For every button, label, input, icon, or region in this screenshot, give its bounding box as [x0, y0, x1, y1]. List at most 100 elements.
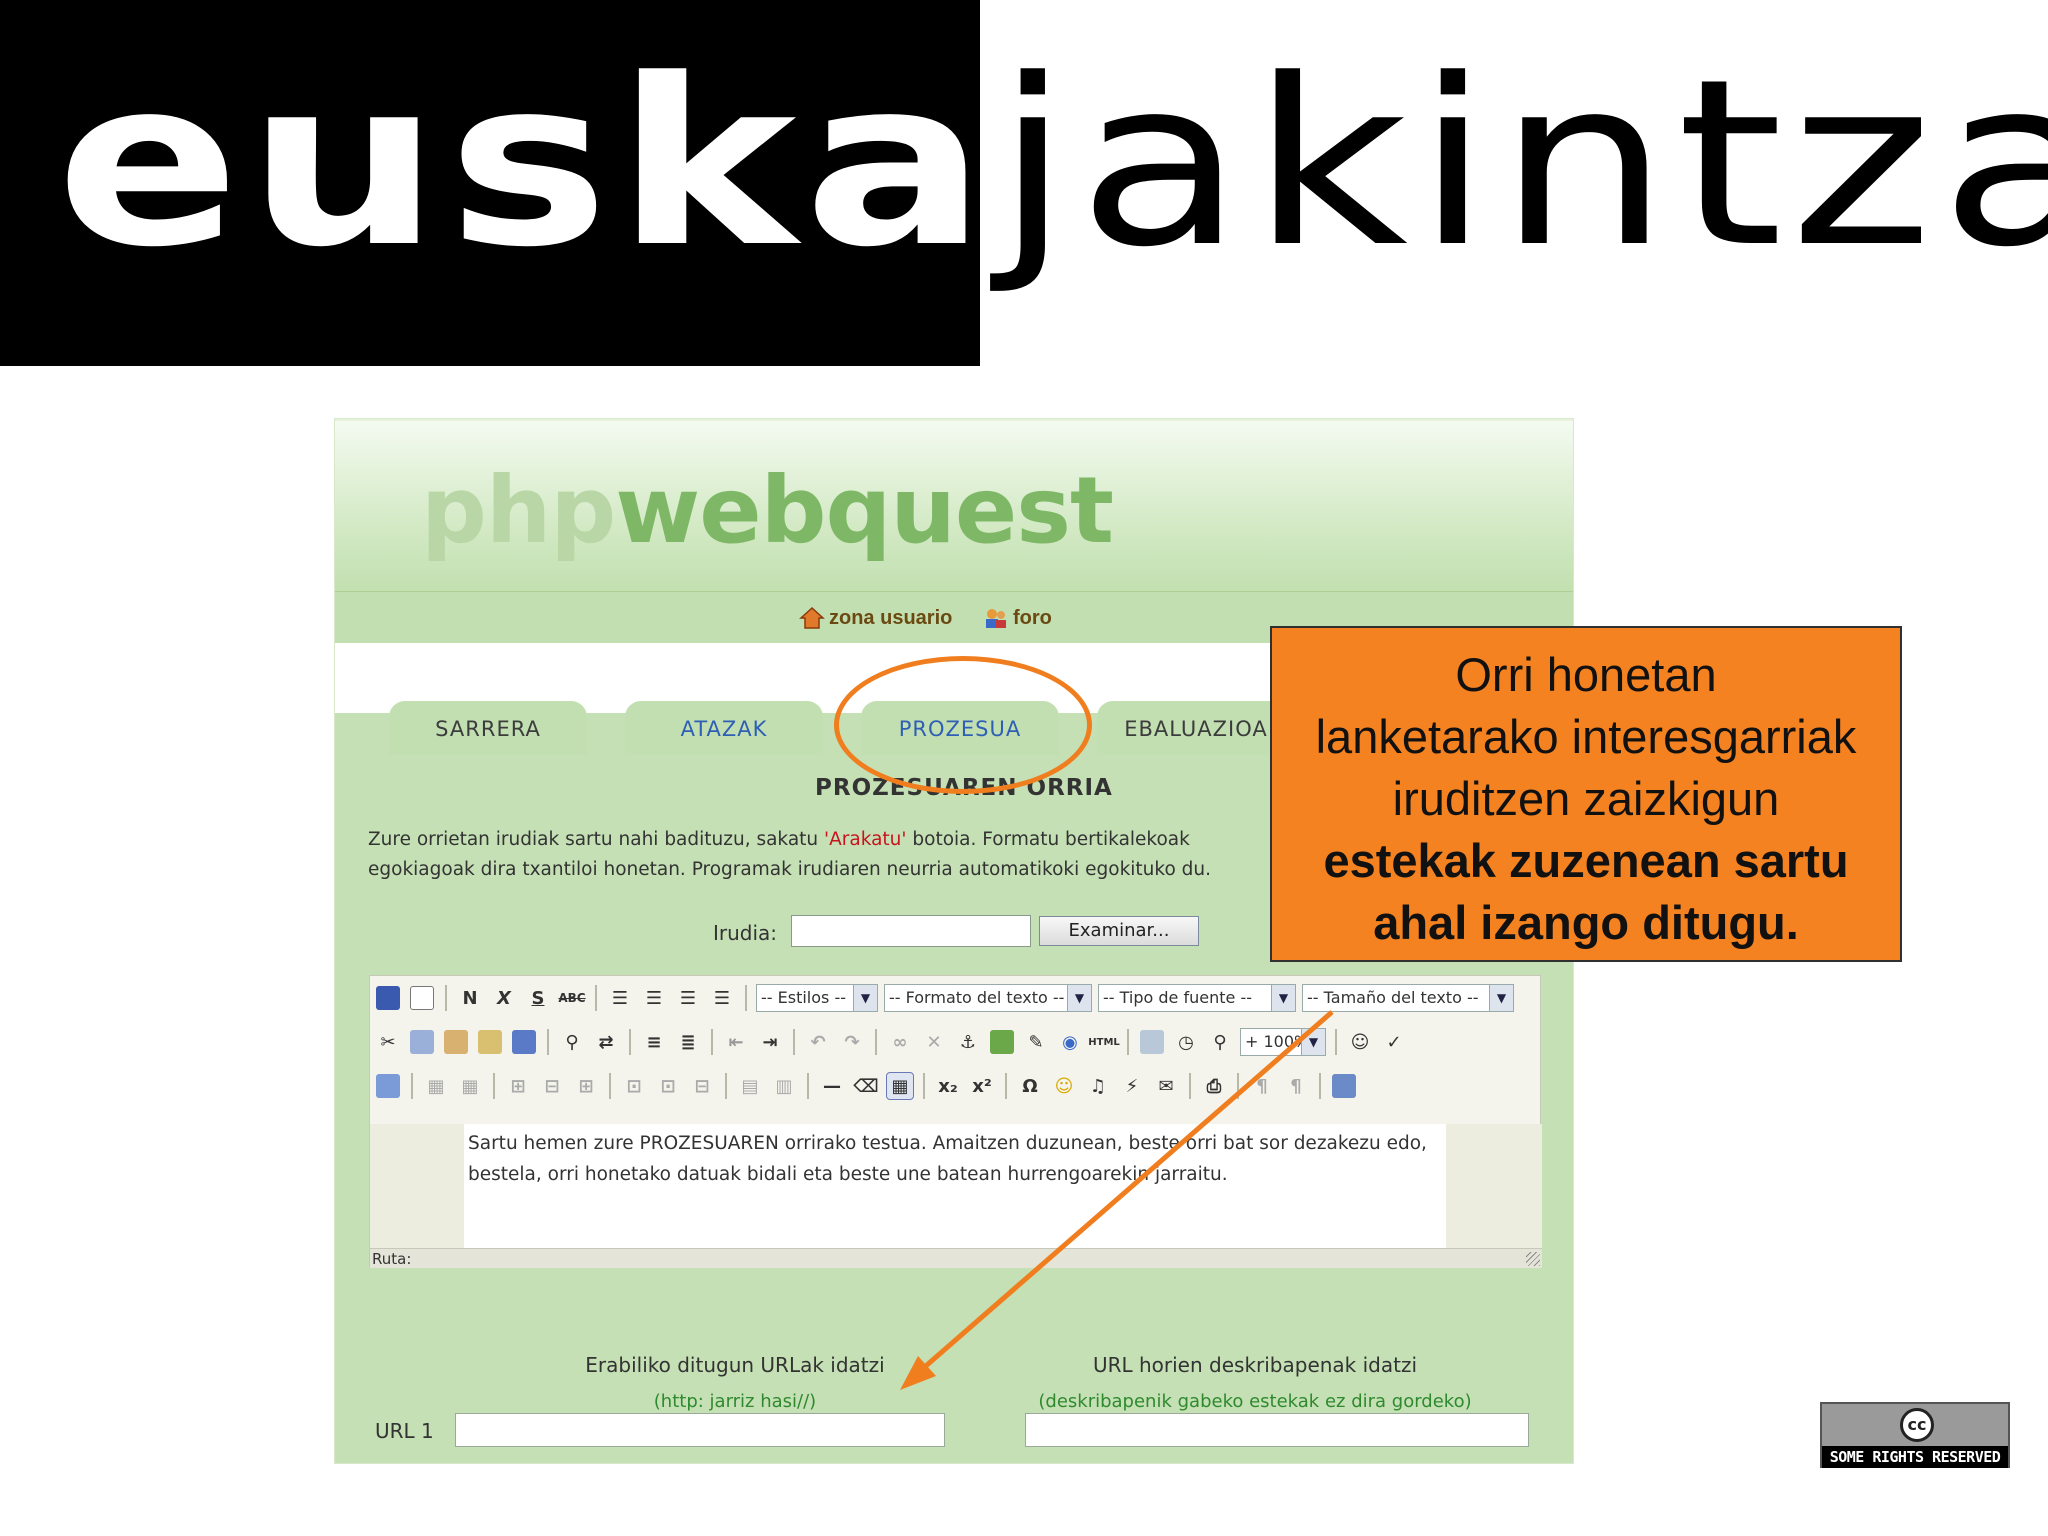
chevron-down-icon: ▼	[1067, 985, 1091, 1011]
copy-icon[interactable]	[408, 1028, 436, 1056]
insert-col-icon[interactable]: ⊞	[572, 1072, 600, 1100]
font-select-value: -- Tipo de fuente --	[1103, 988, 1252, 1007]
tab-sarrera[interactable]: SARRERA	[389, 701, 587, 755]
unlink-icon[interactable]: ✕	[920, 1028, 948, 1056]
nav-link-forum[interactable]: foro	[983, 606, 1052, 630]
align-center-icon[interactable]: ☰	[640, 984, 668, 1012]
italic-icon[interactable]: X	[490, 984, 518, 1012]
rtl-icon[interactable]: ¶	[1282, 1072, 1310, 1100]
media-icon[interactable]: ♫	[1084, 1072, 1112, 1100]
anchor-icon[interactable]: ⚓	[954, 1028, 982, 1056]
callout-box: Orri honetan lanketarako interesgarriak …	[1270, 626, 1902, 962]
edit-form-icon[interactable]	[374, 1072, 402, 1100]
cc-badge-text: SOME RIGHTS RESERVED	[1822, 1446, 2008, 1468]
toolbar-separator	[745, 985, 747, 1011]
superscript-icon[interactable]: x²	[968, 1072, 996, 1100]
insert-row-icon[interactable]: ⊞	[504, 1072, 532, 1100]
indent-icon[interactable]: ⇥	[756, 1028, 784, 1056]
bullet-list-icon[interactable]: ≡	[640, 1028, 668, 1056]
resize-grip-icon[interactable]	[1526, 1252, 1540, 1266]
html-source-icon[interactable]: HTML	[1088, 1028, 1120, 1056]
size-select[interactable]: -- Tamaño del texto -- ▼	[1302, 984, 1514, 1012]
image-field-label: Irudia:	[713, 921, 778, 945]
chevron-down-icon: ▼	[1271, 985, 1295, 1011]
subscript-icon[interactable]: x₂	[934, 1072, 962, 1100]
ltr-icon[interactable]: ¶	[1248, 1072, 1276, 1100]
smiley-icon[interactable]: ☺	[1050, 1072, 1078, 1100]
nav-link-user-zone-label: zona usuario	[829, 606, 953, 629]
strikethrough-icon[interactable]: ABC	[558, 984, 586, 1012]
find-icon[interactable]: ⚲	[558, 1028, 586, 1056]
align-right-icon[interactable]: ☰	[674, 984, 702, 1012]
delete-col-icon[interactable]: ⊟	[688, 1072, 716, 1100]
new-document-icon[interactable]	[408, 984, 436, 1012]
zoom-icon[interactable]: ⚲	[1206, 1028, 1234, 1056]
print-icon[interactable]: ⎙	[1200, 1072, 1228, 1100]
redo-icon[interactable]: ↷	[838, 1028, 866, 1056]
paste-icon[interactable]	[442, 1028, 470, 1056]
paste-word-icon[interactable]	[510, 1028, 538, 1056]
site-banner: phpwebquest	[335, 419, 1573, 591]
url-1-input[interactable]	[455, 1413, 945, 1447]
eraser-icon[interactable]: ⌫	[852, 1072, 880, 1100]
format-select[interactable]: -- Formato del texto -- ▼	[884, 984, 1092, 1012]
insert-date-icon[interactable]	[1138, 1028, 1166, 1056]
bold-icon[interactable]: N	[456, 984, 484, 1012]
row-props-icon[interactable]: ▤	[736, 1072, 764, 1100]
url-column-heading: Erabiliko ditugun URLak idatzi	[585, 1353, 885, 1377]
callout-bold-line-2: ahal izango ditugu.	[1373, 896, 1799, 949]
save-icon[interactable]	[374, 984, 402, 1012]
editor-text-area[interactable]: Sartu hemen zure PROZESUAREN orrirako te…	[464, 1124, 1446, 1248]
spellcheck-icon[interactable]: ✓	[1380, 1028, 1408, 1056]
align-justify-icon[interactable]: ☰	[708, 984, 736, 1012]
toolbar-separator	[1189, 1073, 1191, 1099]
zoom-select-value: + 100%	[1245, 1032, 1310, 1051]
intro-text: Zure orrietan irudiak sartu nahi badituz…	[368, 825, 1368, 885]
callout-line-3: iruditzen zaizkigun	[1392, 772, 1780, 825]
toolbar-separator	[793, 1029, 795, 1055]
merge-cells-icon[interactable]: ⊡	[620, 1072, 648, 1100]
insert-time-icon[interactable]: ◷	[1172, 1028, 1200, 1056]
align-left-icon[interactable]: ☰	[606, 984, 634, 1012]
nav-link-forum-label: foro	[1013, 606, 1052, 629]
zoom-select[interactable]: + 100% ▼	[1240, 1028, 1326, 1056]
format-select-value: -- Formato del texto --	[889, 988, 1065, 1007]
split-cells-icon[interactable]: ⊡	[654, 1072, 682, 1100]
nav-link-user-zone[interactable]: zona usuario	[799, 606, 952, 630]
delete-row-icon[interactable]: ⊟	[538, 1072, 566, 1100]
brand-php: php	[421, 457, 616, 564]
undo-icon[interactable]: ↶	[804, 1028, 832, 1056]
table-props-icon[interactable]: ▦	[456, 1072, 484, 1100]
special-char-icon[interactable]: Ω	[1016, 1072, 1044, 1100]
toolbar-separator	[547, 1029, 549, 1055]
style-select[interactable]: -- Estilos -- ▼	[756, 984, 878, 1012]
replace-icon[interactable]: ⇄	[592, 1028, 620, 1056]
fullscreen-icon[interactable]	[1330, 1072, 1358, 1100]
highlight-circle	[834, 656, 1092, 794]
url-1-description-input[interactable]	[1025, 1413, 1529, 1447]
horizontal-rule-icon[interactable]: —	[818, 1072, 846, 1100]
paste-text-icon[interactable]	[476, 1028, 504, 1056]
numbered-list-icon[interactable]: ≣	[674, 1028, 702, 1056]
tab-atazak[interactable]: ATAZAK	[625, 701, 823, 755]
table-icon[interactable]: ▦	[422, 1072, 450, 1100]
intro-line2: egokiagoak dira txantiloi honetan. Progr…	[368, 859, 1212, 880]
document-props-icon[interactable]: ✉	[1152, 1072, 1180, 1100]
cell-props-icon[interactable]: ▥	[770, 1072, 798, 1100]
brand-webquest: webquest	[615, 457, 1114, 564]
flash-icon[interactable]: ⚡	[1118, 1072, 1146, 1100]
emoticon-icon[interactable]: ☺	[1346, 1028, 1374, 1056]
underline-icon[interactable]: S	[524, 984, 552, 1012]
link-icon[interactable]: ∞	[886, 1028, 914, 1056]
help-icon[interactable]: ◉	[1056, 1028, 1084, 1056]
cleanup-icon[interactable]: ✎	[1022, 1028, 1050, 1056]
editor-statusbar: Ruta:	[370, 1248, 1542, 1268]
cut-icon[interactable]: ✂	[374, 1028, 402, 1056]
font-select[interactable]: -- Tipo de fuente -- ▼	[1098, 984, 1296, 1012]
browse-button[interactable]: Examinar...	[1039, 916, 1199, 946]
image-icon[interactable]	[988, 1028, 1016, 1056]
outdent-icon[interactable]: ⇤	[722, 1028, 750, 1056]
tab-ebaluazioa[interactable]: EBALUAZIOA	[1097, 701, 1295, 755]
visual-aid-icon[interactable]: ▦	[886, 1072, 914, 1100]
image-file-input[interactable]	[791, 915, 1031, 947]
